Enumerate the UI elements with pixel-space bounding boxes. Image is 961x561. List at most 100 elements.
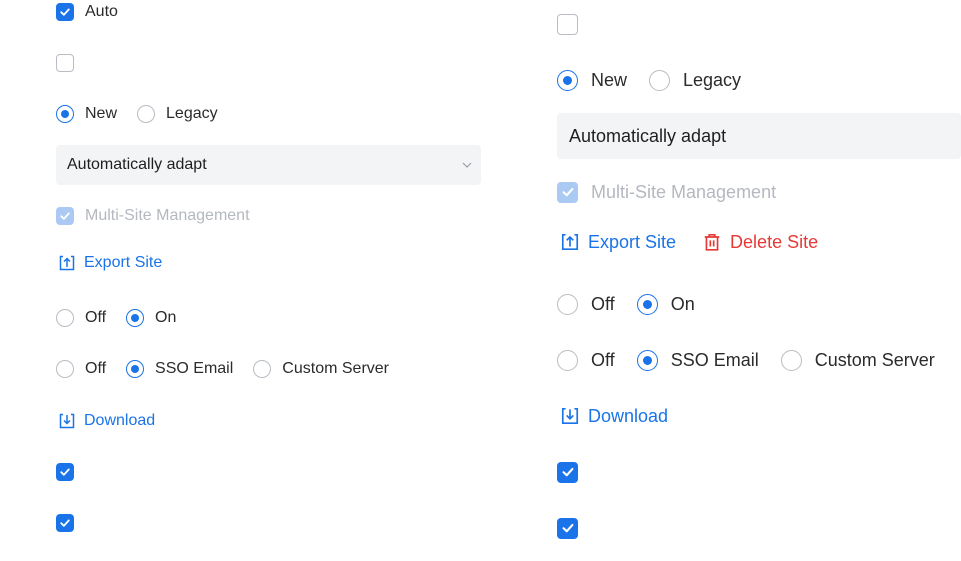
export-icon (561, 233, 579, 251)
empty-checkbox-row[interactable] (557, 12, 578, 36)
check-icon (60, 468, 70, 476)
radio-legacy-label: Legacy (166, 105, 218, 122)
auto-checkbox[interactable] (56, 3, 74, 21)
multisite-checkbox (557, 181, 578, 203)
radio-option-custom-server[interactable]: Custom Server (253, 360, 389, 378)
empty-checkbox[interactable] (557, 13, 578, 35)
check-b-checkbox[interactable] (557, 517, 578, 539)
radio-new[interactable] (56, 105, 74, 123)
adapt-select[interactable]: Automatically adapt (56, 145, 481, 185)
radio-sso-email[interactable] (636, 349, 658, 371)
check-icon (60, 519, 70, 527)
radio-mail-off-label: Off (591, 349, 615, 370)
radio-option-custom-server[interactable]: Custom Server (780, 349, 935, 371)
multisite-label: Multi-Site Management (591, 181, 777, 202)
check-a-row[interactable] (557, 460, 578, 484)
radio-option-off[interactable]: Off (56, 309, 106, 327)
radio-custom-server-label: Custom Server (282, 360, 389, 377)
empty-checkbox[interactable] (56, 54, 74, 72)
export-site-label: Export Site (588, 231, 677, 252)
radio-off-label: Off (591, 293, 615, 314)
download-link[interactable]: Download (560, 406, 668, 427)
check-b-checkbox[interactable] (56, 514, 74, 532)
radio-on[interactable] (636, 293, 658, 315)
radio-option-off[interactable]: Off (557, 293, 615, 315)
radio-new[interactable] (557, 69, 578, 91)
radio-legacy-label: Legacy (683, 69, 742, 90)
radio-on-label: On (670, 293, 695, 314)
check-a-checkbox[interactable] (56, 463, 74, 481)
download-icon (59, 413, 75, 429)
radio-new-label: New (591, 69, 628, 90)
right-settings-pane: New Legacy Automatically adapt Multi-Sit… (481, 0, 961, 561)
radio-legacy[interactable] (649, 69, 671, 91)
multisite-checkbox-row: Multi-Site Management (56, 206, 250, 226)
radio-new-label: New (85, 105, 118, 122)
toggle-radio-group: Off On (557, 292, 695, 316)
check-b-row[interactable] (56, 513, 74, 533)
radio-mail-off[interactable] (56, 360, 74, 378)
radio-option-new[interactable]: New (557, 69, 628, 91)
multisite-checkbox-row: Multi-Site Management (557, 180, 776, 204)
radio-option-on[interactable]: On (636, 293, 695, 315)
radio-option-legacy[interactable]: Legacy (649, 69, 742, 91)
radio-option-new[interactable]: New (56, 105, 117, 123)
adapt-select-value: Automatically adapt (67, 156, 207, 173)
toggle-radio-group: Off On (56, 308, 176, 328)
export-row: Export Site (58, 252, 162, 274)
radio-sso-email[interactable] (126, 360, 145, 378)
check-a-checkbox[interactable] (557, 461, 578, 483)
export-site-label: Export Site (84, 254, 163, 271)
radio-option-sso-email[interactable]: SSO Email (636, 349, 759, 371)
site-actions-row: Export Site Delete Site (560, 230, 818, 254)
download-label: Download (588, 405, 669, 426)
check-icon (562, 523, 573, 533)
engine-radio-group: New Legacy (557, 68, 741, 92)
adapt-select[interactable]: Automatically adapt (557, 113, 961, 159)
check-icon (60, 212, 70, 220)
radio-on[interactable] (126, 309, 145, 327)
engine-radio-group: New Legacy (56, 104, 218, 124)
trash-icon (704, 233, 720, 251)
delete-site-link[interactable]: Delete Site (702, 232, 818, 253)
download-link[interactable]: Download (58, 412, 155, 430)
download-label: Download (84, 412, 156, 429)
radio-option-legacy[interactable]: Legacy (137, 105, 218, 123)
export-site-link[interactable]: Export Site (560, 232, 676, 253)
check-icon (60, 8, 70, 16)
check-icon (562, 467, 573, 477)
download-icon (561, 407, 579, 425)
radio-sso-email-label: SSO Email (155, 360, 234, 377)
radio-mail-off[interactable] (557, 349, 578, 371)
radio-sso-email-label: SSO Email (670, 349, 759, 370)
download-row: Download (560, 404, 668, 428)
adapt-select-value: Automatically adapt (569, 125, 727, 146)
radio-custom-server-label: Custom Server (814, 349, 935, 370)
radio-off[interactable] (557, 293, 578, 315)
delete-site-label: Delete Site (730, 231, 819, 252)
radio-mail-off-label: Off (85, 360, 107, 377)
chevron-down-icon (462, 162, 472, 168)
auto-checkbox-row[interactable]: Auto (56, 2, 118, 22)
auto-label: Auto (85, 3, 118, 20)
radio-off-label: Off (85, 309, 107, 326)
radio-legacy[interactable] (137, 105, 156, 123)
check-icon (562, 187, 573, 197)
check-a-row[interactable] (56, 462, 74, 482)
radio-custom-server[interactable] (253, 360, 272, 378)
export-site-link[interactable]: Export Site (58, 254, 162, 272)
check-b-row[interactable] (557, 516, 578, 540)
left-settings-pane: Auto New Legacy Automatically adapt Mult… (0, 0, 481, 561)
radio-on-label: On (155, 309, 177, 326)
empty-checkbox-row[interactable] (56, 53, 74, 73)
export-icon (59, 255, 75, 271)
multisite-checkbox (56, 207, 74, 225)
radio-option-on[interactable]: On (126, 309, 176, 327)
mail-radio-group: Off SSO Email Custom Server (557, 348, 935, 372)
radio-option-mail-off[interactable]: Off (557, 349, 615, 371)
radio-off[interactable] (56, 309, 74, 327)
radio-custom-server[interactable] (780, 349, 802, 371)
radio-option-sso-email[interactable]: SSO Email (126, 360, 233, 378)
radio-option-mail-off[interactable]: Off (56, 360, 106, 378)
mail-radio-group: Off SSO Email Custom Server (56, 359, 389, 379)
